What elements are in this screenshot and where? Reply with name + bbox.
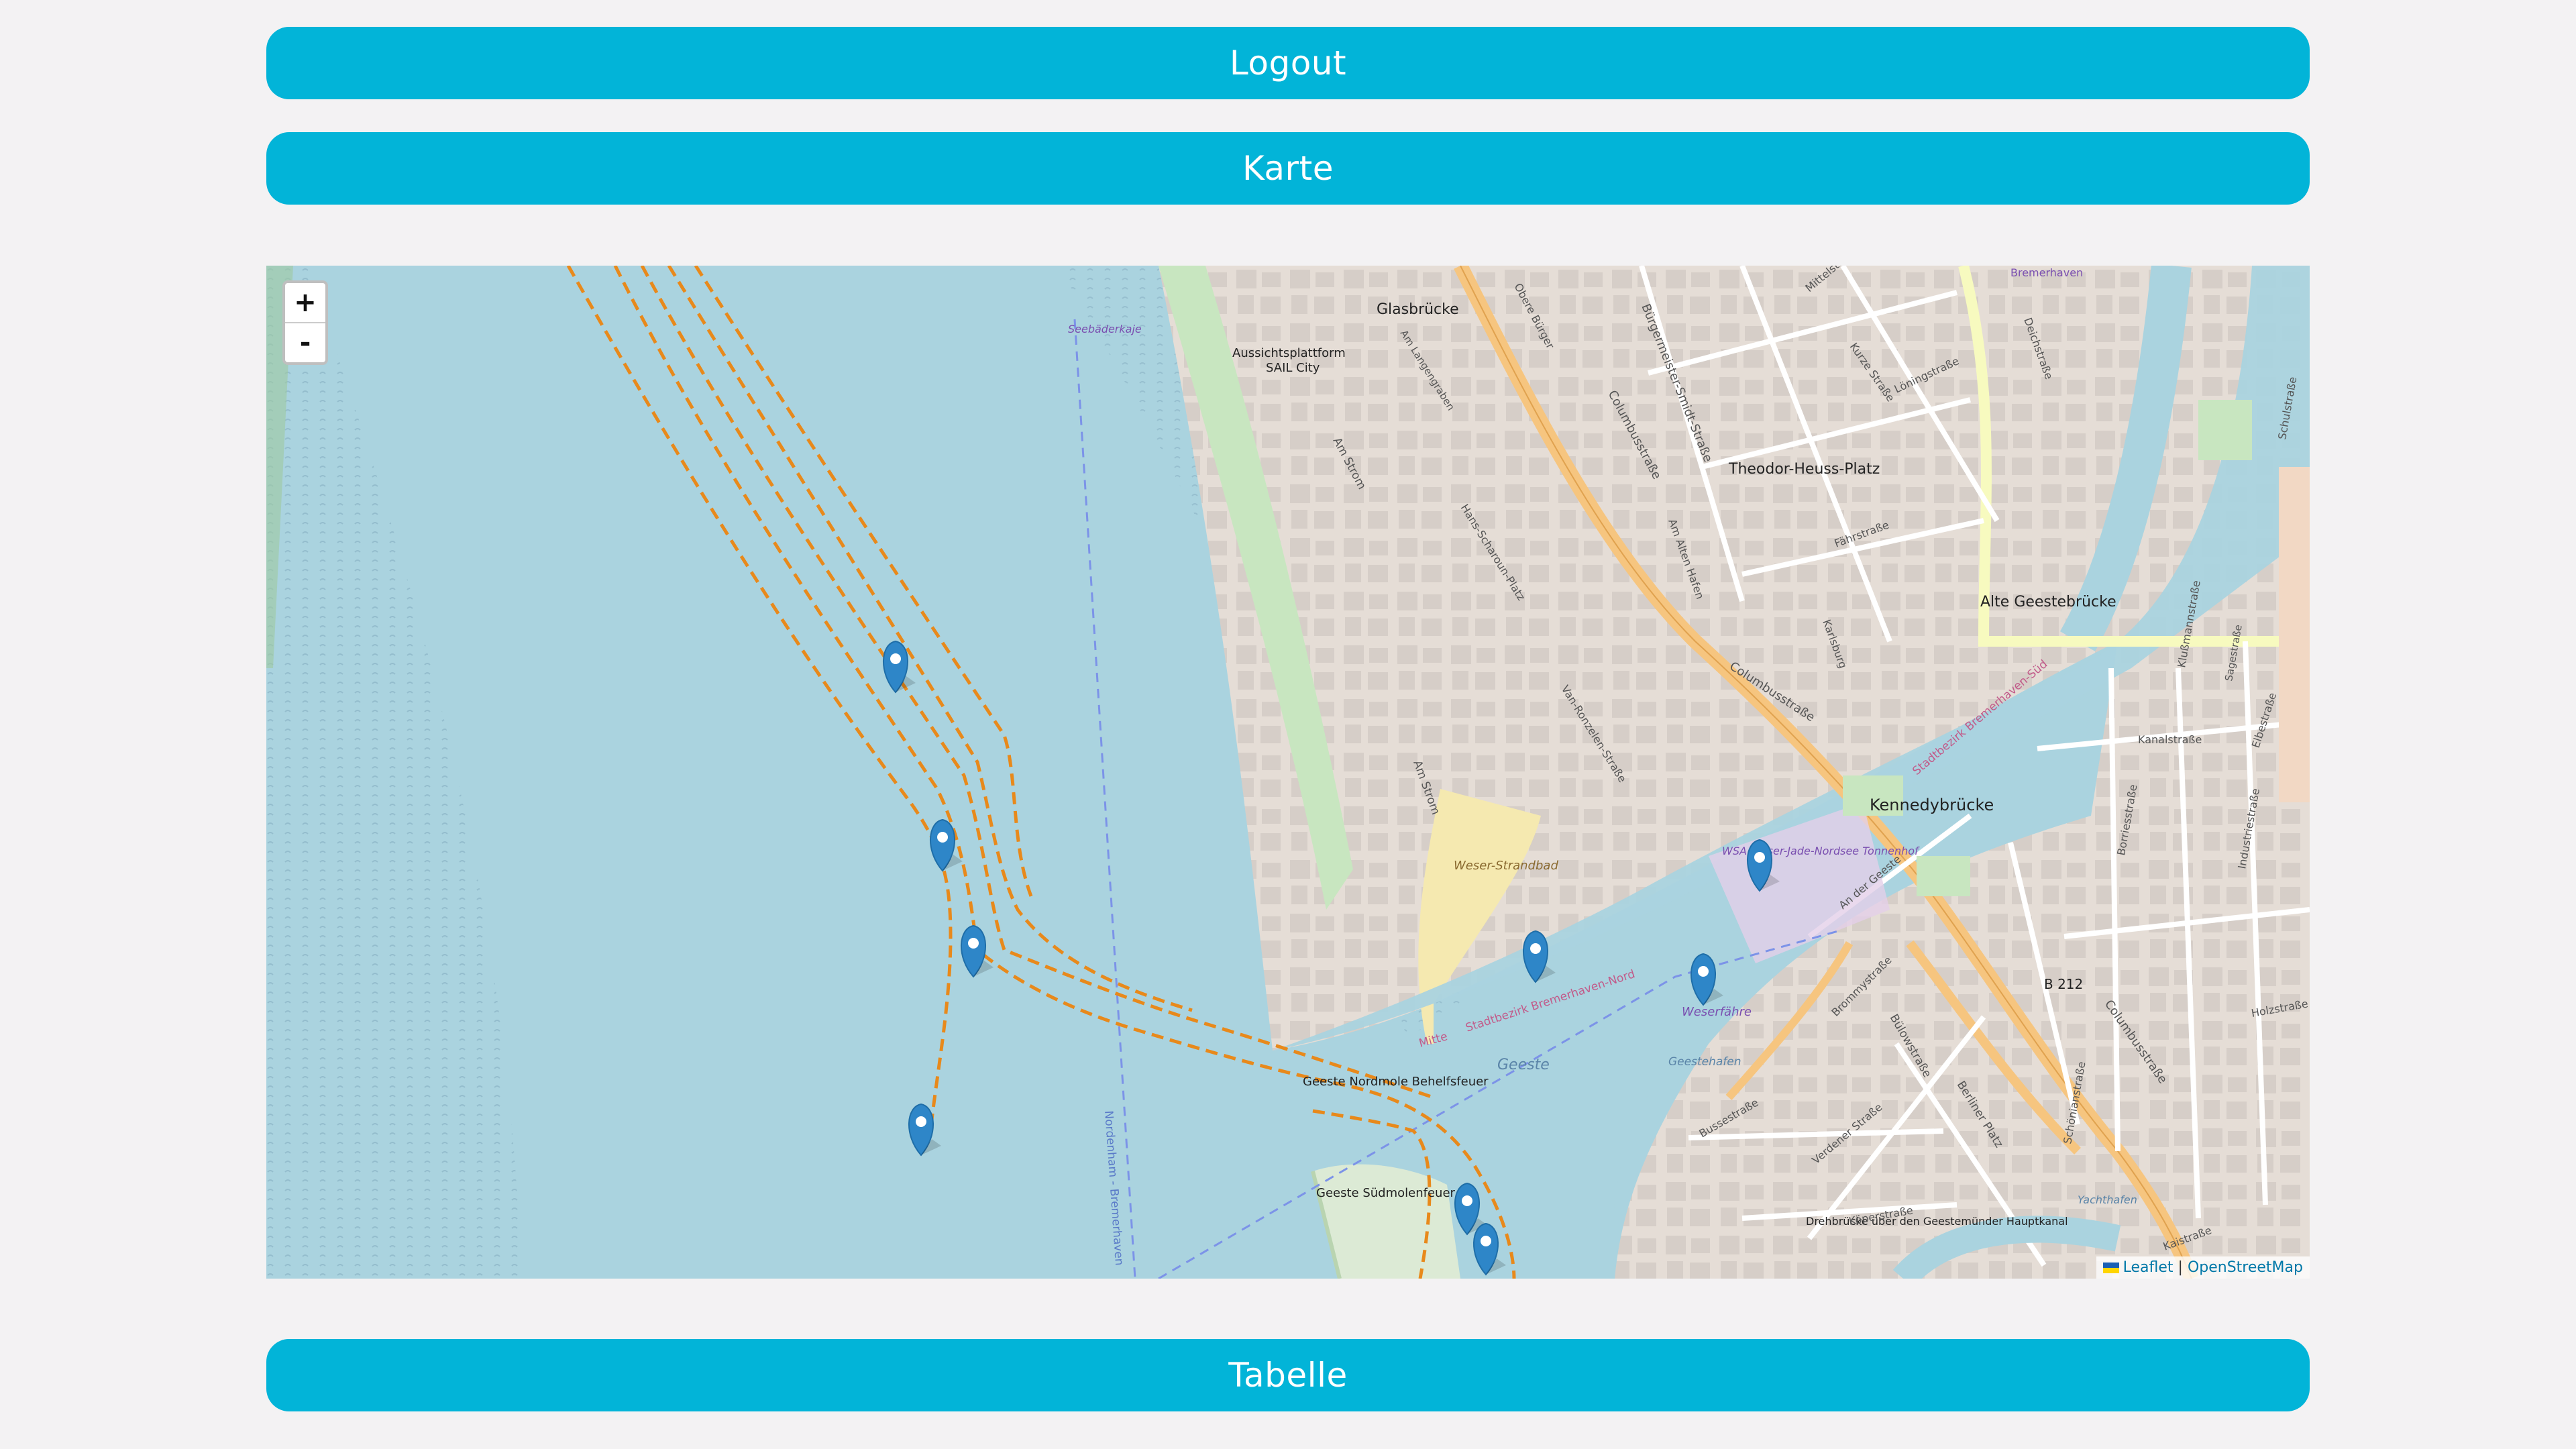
zoom-control: + - bbox=[282, 280, 328, 365]
openstreetmap-link[interactable]: OpenStreetMap bbox=[2188, 1259, 2303, 1276]
label-geeste-suedmole: Geeste Südmolenfeuer bbox=[1316, 1186, 1456, 1200]
label-geeste: Geeste bbox=[1497, 1057, 1550, 1073]
label-b212: B 212 bbox=[2044, 976, 2083, 992]
label-drehbruecke: Drehbrücke über den Geestemünder Hauptka… bbox=[1806, 1215, 2068, 1228]
label-kennedybruecke: Kennedybrücke bbox=[1870, 796, 1994, 814]
label-geestehafen: Geestehafen bbox=[1668, 1055, 1741, 1069]
label-seebaederkaje: Seebäderkaje bbox=[1068, 323, 1142, 335]
label-weser-strandbad: Weser-Strandbad bbox=[1454, 859, 1558, 873]
map-button[interactable]: Karte bbox=[266, 132, 2310, 205]
zoom-out-button[interactable]: - bbox=[285, 322, 325, 362]
label-geeste-nordmole: Geeste Nordmole Behelfsfeuer bbox=[1303, 1075, 1489, 1089]
label-kanalstrasse: Kanalstraße bbox=[2138, 733, 2202, 746]
map[interactable]: + - Seebäderkaje Glasbrücke Aussichtspla… bbox=[266, 266, 2310, 1279]
map-tiles: Seebäderkaje Glasbrücke Aussichtsplattfo… bbox=[266, 266, 2310, 1279]
zoom-in-button[interactable]: + bbox=[285, 283, 325, 322]
map-attribution: Leaflet | OpenStreetMap bbox=[2096, 1256, 2310, 1279]
table-button[interactable]: Tabelle bbox=[266, 1339, 2310, 1411]
label-theodor-heuss-platz: Theodor-Heuss-Platz bbox=[1728, 461, 1880, 478]
label-yachthafen: Yachthafen bbox=[2078, 1193, 2137, 1206]
leaflet-link[interactable]: Leaflet bbox=[2123, 1259, 2174, 1276]
ukraine-flag-icon bbox=[2102, 1263, 2119, 1273]
label-alte-geestebruecke: Alte Geestebrücke bbox=[1980, 594, 2116, 610]
label-glasbruecke: Glasbrücke bbox=[1377, 301, 1459, 318]
label-bremerhaven: Bremerhaven bbox=[2010, 266, 2083, 279]
label-weserfaehre: Weserfähre bbox=[1682, 1005, 1752, 1019]
label-sail-city: SAIL City bbox=[1266, 361, 1320, 375]
label-aussichtsplattform: Aussichtsplattform bbox=[1232, 346, 1346, 360]
logout-button[interactable]: Logout bbox=[266, 27, 2310, 99]
attribution-separator: | bbox=[2178, 1259, 2183, 1276]
